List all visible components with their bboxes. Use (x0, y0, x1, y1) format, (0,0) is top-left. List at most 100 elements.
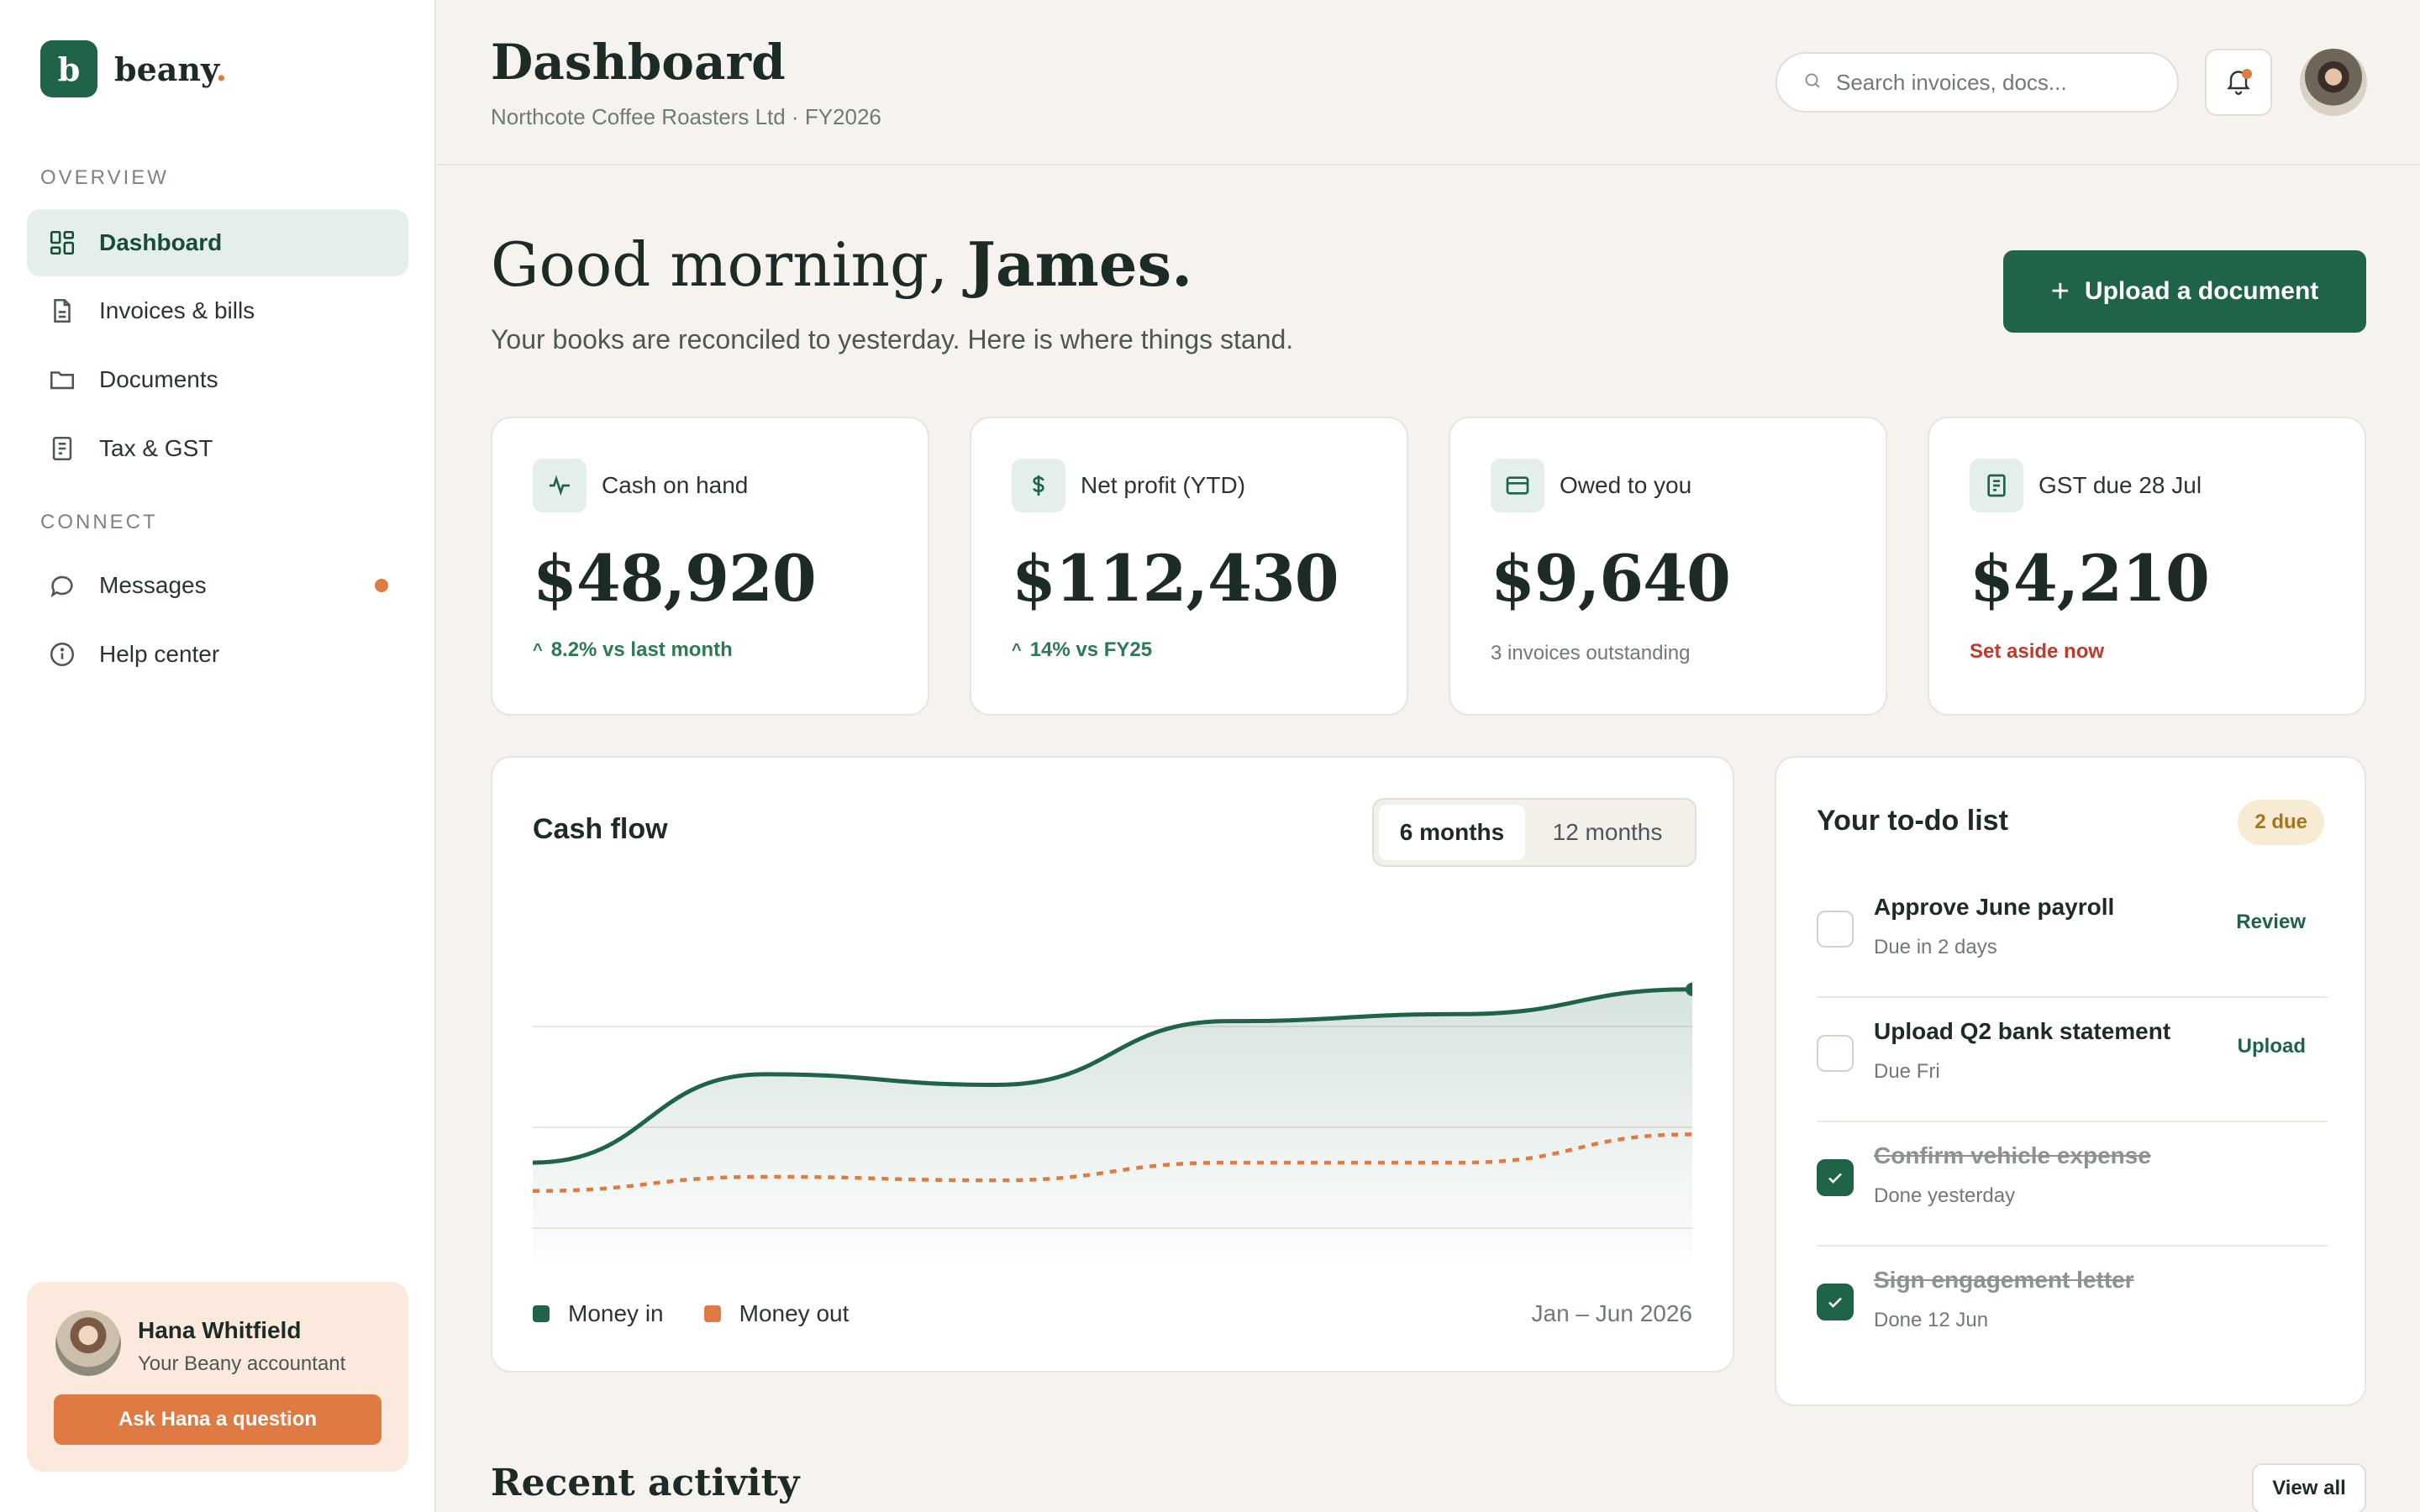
stat-value: $112,430 (1012, 541, 1339, 616)
sidebar-item-label: Dashboard (99, 229, 223, 255)
legend-money-out: Money out (703, 1300, 849, 1327)
accountant-role: Your Beany accountant (138, 1352, 346, 1375)
pulse-icon (533, 459, 587, 512)
stat-label: GST due 28 Jul (2039, 472, 2202, 498)
logo-mark: b (40, 40, 97, 97)
top-header: Dashboard Northcote Coffee Roasters Ltd … (438, 0, 2420, 165)
stat-label: Owed to you (1560, 472, 1692, 498)
todo-checkbox[interactable] (1817, 911, 1854, 948)
stat-value: $4,210 (1970, 541, 2210, 616)
stat-card-cash[interactable]: Cash on hand $48,920 ^ 8.2% vs last month (491, 417, 929, 716)
stat-card-gst[interactable]: GST due 28 Jul $4,210 Set aside now (1928, 417, 2366, 716)
page-subtitle: Northcote Coffee Roasters Ltd · FY2026 (491, 104, 881, 129)
arrow-up-icon: ^ (1012, 640, 1022, 659)
sidebar-item-label: Help center (99, 641, 220, 667)
user-avatar[interactable] (2300, 49, 2367, 116)
sidebar-item-label: Invoices & bills (99, 297, 255, 323)
upload-link[interactable]: Upload (2238, 1035, 2306, 1058)
cash-flow-card: Cash flow 6 months 12 months Money in Mo… (491, 756, 1734, 1373)
todo-item: Upload Q2 bank statement Due Fri Upload (1817, 998, 2328, 1122)
card-icon (1491, 459, 1544, 512)
grid-icon (47, 228, 77, 258)
receipt-icon (1970, 459, 2023, 512)
search-box[interactable] (1776, 52, 2179, 113)
cash-flow-chart (533, 982, 1692, 1262)
logo-wordmark: beany. (114, 50, 227, 88)
accountant-card: Hana Whitfield Your Beany accountant Ask… (27, 1282, 408, 1472)
range-6-months[interactable]: 6 months (1379, 805, 1525, 860)
todo-item: Approve June payroll Due in 2 days Revie… (1817, 874, 2328, 998)
nav-section-overview: OVERVIEW (40, 166, 169, 189)
todo-checkbox[interactable] (1817, 1284, 1854, 1320)
sidebar-item-label: Tax & GST (99, 435, 213, 461)
ask-accountant-button[interactable]: Ask Hana a question (54, 1394, 381, 1445)
greeting-subtitle: Your books are reconciled to yesterday. … (491, 324, 1294, 354)
stat-label: Net profit (YTD) (1081, 472, 1246, 498)
notifications-button[interactable] (2205, 49, 2272, 116)
accountant-avatar (55, 1310, 121, 1376)
info-icon (47, 639, 77, 669)
todo-due: Done 12 Jun (1874, 1309, 1989, 1331)
todo-name: Confirm vehicle expense (1874, 1142, 2151, 1168)
folder-icon (47, 365, 77, 395)
todo-due: Due Fri (1874, 1060, 1940, 1083)
unread-dot (375, 579, 388, 592)
stat-note: ^ 8.2% vs last month (533, 638, 733, 661)
todo-title: Your to-do list (1817, 805, 2008, 837)
chart-period: Jan – Jun 2026 (1531, 1300, 1693, 1326)
range-12-months[interactable]: 12 months (1525, 805, 1690, 860)
greeting-heading: Good morning, James. (491, 228, 1193, 300)
todo-due: Due in 2 days (1874, 936, 1997, 958)
due-badge: 2 due (2238, 800, 2324, 845)
arrow-up-icon: ^ (533, 640, 543, 659)
sidebar-item-documents[interactable]: Documents (27, 346, 408, 413)
logo[interactable]: b beany. (40, 40, 227, 97)
search-input[interactable] (1836, 69, 2155, 96)
upload-document-button[interactable]: + Upload a document (2003, 250, 2366, 333)
sidebar-item-label: Messages (99, 572, 207, 598)
cash-flow-title: Cash flow (533, 813, 668, 845)
file-icon (47, 296, 77, 326)
sidebar-item-label: Documents (99, 366, 218, 392)
nav-section-connect: CONNECT (40, 511, 158, 533)
sidebar: b beany. OVERVIEW Dashboard Invoices & b… (0, 0, 436, 1512)
sidebar-item-help-center[interactable]: Help center (27, 621, 408, 688)
todo-name: Approve June payroll (1874, 894, 2115, 920)
review-link[interactable]: Review (2236, 911, 2306, 934)
legend-swatch (703, 1305, 721, 1322)
dollar-icon (1012, 459, 1065, 512)
calculator-icon (47, 433, 77, 464)
check-icon (1828, 1173, 1842, 1184)
range-toggle: 6 months 12 months (1372, 798, 1697, 867)
sidebar-item-invoices[interactable]: Invoices & bills (27, 277, 408, 344)
accountant-name: Hana Whitfield (138, 1317, 302, 1343)
todo-item: Confirm vehicle expense Done yesterday (1817, 1122, 2328, 1247)
view-all-button[interactable]: View all (2252, 1463, 2366, 1512)
stat-value: $48,920 (533, 541, 817, 616)
stat-note: ^ 14% vs FY25 (1012, 638, 1153, 661)
todo-due: Done yesterday (1874, 1184, 2016, 1207)
todo-name: Upload Q2 bank statement (1874, 1018, 2171, 1044)
sidebar-item-dashboard[interactable]: Dashboard (27, 209, 408, 276)
plus-icon: + (2050, 273, 2070, 309)
todo-card: Your to-do list 2 due Approve June payro… (1775, 756, 2366, 1406)
todo-item: Sign engagement letter Done 12 Jun (1817, 1247, 2328, 1371)
recent-activity-title: Recent activity (491, 1462, 800, 1504)
stat-note: 3 invoices outstanding (1491, 642, 1691, 664)
sidebar-item-messages[interactable]: Messages (27, 552, 408, 619)
legend-swatch (533, 1305, 550, 1322)
stat-note: Set aside now (1970, 640, 2105, 663)
chart-legend: Money in Money out (533, 1300, 889, 1327)
chat-icon (47, 570, 77, 601)
todo-checkbox[interactable] (1817, 1159, 1854, 1196)
money-in-area (533, 989, 1692, 1262)
stat-card-owed[interactable]: Owed to you $9,640 3 invoices outstandin… (1449, 417, 1887, 716)
todo-name: Sign engagement letter (1874, 1267, 2134, 1293)
search-icon (1802, 71, 1823, 95)
stat-value: $9,640 (1491, 541, 1731, 616)
stat-label: Cash on hand (602, 472, 749, 498)
sidebar-item-tax-gst[interactable]: Tax & GST (27, 415, 408, 482)
stat-card-net-profit[interactable]: Net profit (YTD) $112,430 ^ 14% vs FY25 (970, 417, 1408, 716)
todo-checkbox[interactable] (1817, 1035, 1854, 1072)
check-icon (1828, 1297, 1842, 1308)
